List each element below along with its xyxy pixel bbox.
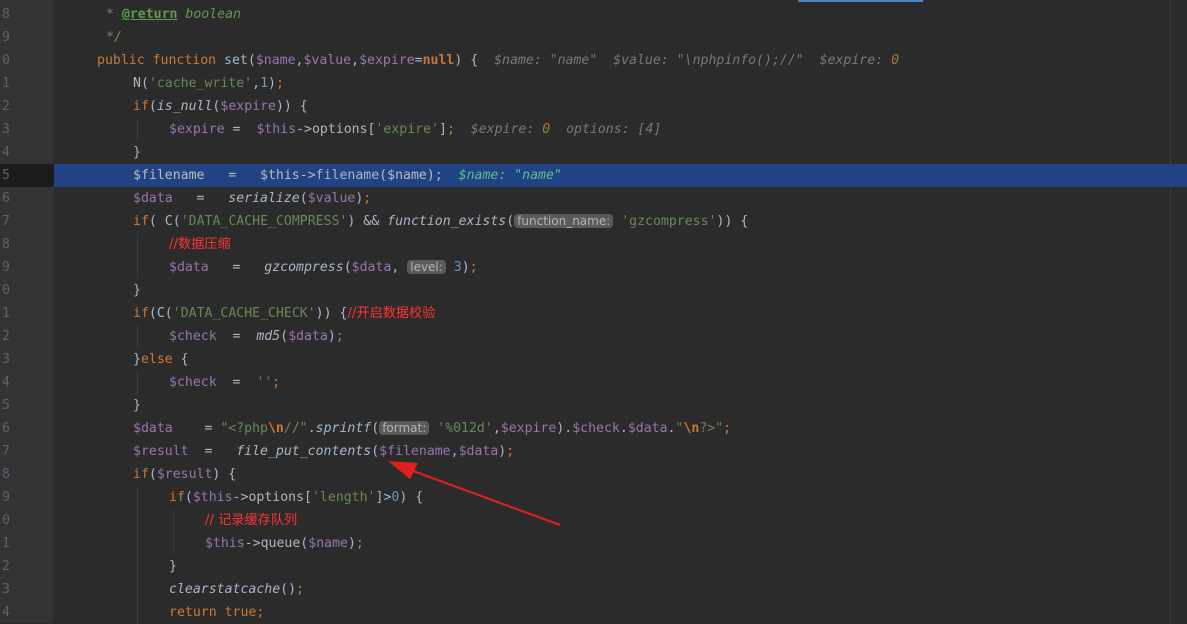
code-line[interactable]: 5}: [0, 394, 1187, 417]
code-line[interactable]: 4 return true;: [0, 601, 1187, 624]
line-number: 9: [2, 260, 10, 275]
code-text: }else {: [133, 352, 189, 367]
line-number: 1: [2, 536, 10, 551]
indent-guide: [137, 601, 138, 624]
line-number: 6: [2, 191, 10, 206]
code-line[interactable]: 9 */: [0, 26, 1187, 49]
line-number: 4: [2, 605, 10, 620]
code-text: $this->queue($name);: [205, 536, 364, 551]
code-line[interactable]: 7 if( C('DATA_CACHE_COMPRESS') && functio…: [0, 210, 1187, 233]
code-line[interactable]: 0 public function set($name,$value,$expir…: [0, 49, 1187, 72]
code-text: if($result) {: [133, 467, 237, 482]
code-line[interactable]: 7 $result = file_put_contents($filename,$…: [0, 440, 1187, 463]
code-text: return true;: [169, 605, 265, 620]
line-number: 6: [2, 421, 10, 436]
code-text: $expire = $this->options['expire']; $exp…: [169, 122, 662, 137]
code-text: }: [133, 283, 141, 298]
code-line[interactable]: 2 if(is_null($expire)) {: [0, 95, 1187, 118]
indent-guide: [137, 371, 138, 394]
line-number: 3: [2, 582, 10, 597]
code-text: $data = serialize($value);: [133, 191, 372, 206]
code-line[interactable]: 8 //数据压缩: [0, 233, 1187, 256]
indent-guide: [137, 256, 138, 279]
indent-guide: [137, 486, 138, 509]
line-number: 9: [2, 30, 10, 45]
code-text: if( C('DATA_CACHE_COMPRESS') && function…: [133, 214, 749, 229]
code-text: $result = file_put_contents($filename,$d…: [133, 444, 515, 459]
code-text: $filename = $this->filename($name); $nam…: [133, 168, 562, 183]
line-number: 4: [2, 375, 10, 390]
code-line[interactable]: 8 if($result) {: [0, 463, 1187, 486]
line-number: 7: [2, 214, 10, 229]
code-text: $check = md5($data);: [169, 329, 344, 344]
code-text: public function set($name,$value,$expire…: [97, 53, 900, 68]
line-number: 1: [2, 76, 10, 91]
line-number: 2: [2, 99, 10, 114]
indent-guide: [137, 555, 138, 578]
code-text: * @return boolean: [106, 7, 241, 22]
indent-guide: [137, 509, 138, 532]
code-text: //数据压缩: [169, 237, 231, 252]
line-number: 8: [2, 467, 10, 482]
line-number: 9: [2, 490, 10, 505]
line-number: 2: [2, 329, 10, 344]
code-text: }: [133, 145, 141, 160]
code-text: if(C('DATA_CACHE_CHECK')) {//开启数据校验: [133, 306, 436, 321]
line-number: 5: [0, 164, 54, 187]
indent-guide: [137, 325, 138, 348]
code-line[interactable]: 0 // 记录缓存队列: [0, 509, 1187, 532]
indent-guide: [137, 233, 138, 256]
line-number: 8: [2, 237, 10, 252]
code-line[interactable]: 4}: [0, 141, 1187, 164]
code-line[interactable]: 0}: [0, 279, 1187, 302]
code-text: clearstatcache();: [169, 582, 304, 597]
code-editor[interactable]: 8 * @return boolean 9 */ 0 public function se…: [0, 0, 1187, 624]
code-line[interactable]: 6 $data = "<?php\n//".sprintf(format: '%0…: [0, 417, 1187, 440]
code-line[interactable]: 9 if($this->options['length']>0) {: [0, 486, 1187, 509]
code-line[interactable]: 5 $filename = $this->filename($name); $na…: [0, 164, 1187, 187]
code-line[interactable]: 1 if(C('DATA_CACHE_CHECK')) {//开启数据校验: [0, 302, 1187, 325]
indent-guide: [137, 578, 138, 601]
code-line[interactable]: 3 clearstatcache();: [0, 578, 1187, 601]
code-text: N('cache_write',1);: [133, 76, 284, 91]
code-line[interactable]: 9 $data = gzcompress($data, level: 3);: [0, 256, 1187, 279]
code-text: if(is_null($expire)) {: [133, 99, 308, 114]
line-number: 0: [2, 53, 10, 68]
code-line[interactable]: 3 }else {: [0, 348, 1187, 371]
line-number: 8: [2, 7, 10, 22]
line-number: 1: [2, 306, 10, 321]
line-number: 7: [2, 444, 10, 459]
code-line[interactable]: 1 N('cache_write',1);: [0, 72, 1187, 95]
line-number: 3: [2, 352, 10, 367]
code-text: */: [106, 30, 122, 45]
line-number: 3: [2, 122, 10, 137]
code-line[interactable]: 3 $expire = $this->options['expire']; $ex…: [0, 118, 1187, 141]
indent-guide: [137, 532, 138, 555]
code-line[interactable]: 2}: [0, 555, 1187, 578]
indent-guide: [173, 532, 174, 555]
code-text: $check = '';: [169, 375, 281, 390]
code-text: // 记录缓存队列: [205, 513, 298, 528]
indent-guide: [173, 509, 174, 532]
code-text: if($this->options['length']>0) {: [169, 490, 424, 505]
line-number: 0: [2, 283, 10, 298]
line-number: 4: [2, 145, 10, 160]
code-text: $data = "<?php\n//".sprintf(format: '%01…: [133, 421, 732, 436]
code-line[interactable]: 4 $check = '';: [0, 371, 1187, 394]
code-area[interactable]: 8 * @return boolean 9 */ 0 public function se…: [0, 0, 1187, 624]
line-number: 5: [2, 398, 10, 413]
line-number: 0: [2, 513, 10, 528]
code-text: }: [133, 398, 141, 413]
line-number: 2: [2, 559, 10, 574]
code-line[interactable]: 1 $this->queue($name);: [0, 532, 1187, 555]
code-text: $data = gzcompress($data, level: 3);: [169, 260, 478, 275]
code-text: }: [169, 559, 177, 574]
code-line[interactable]: 6 $data = serialize($value);: [0, 187, 1187, 210]
code-line[interactable]: 2 $check = md5($data);: [0, 325, 1187, 348]
indent-guide: [137, 118, 138, 141]
code-line[interactable]: 8 * @return boolean: [0, 3, 1187, 26]
